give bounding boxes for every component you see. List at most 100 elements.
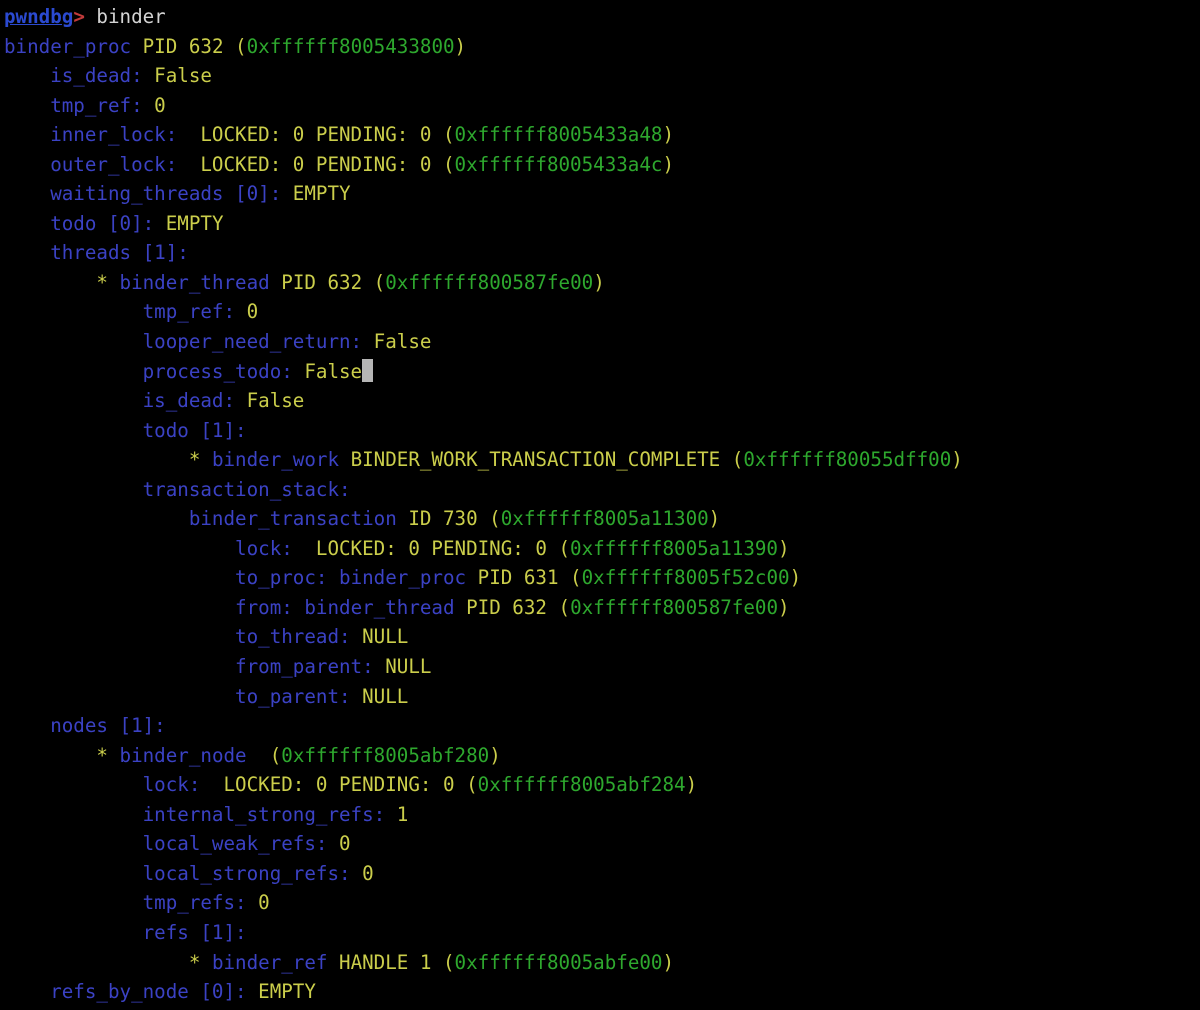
proc-outer-lock-seg-3: ) xyxy=(662,152,675,176)
binder-ref-entry-seg-3: 0xffffff8005abfe00 xyxy=(454,950,663,974)
node-internal-strong-refs-seg-1: 1 xyxy=(385,802,409,826)
proc-nodes-seg-0: nodes [1]: xyxy=(4,714,166,738)
proc-tmp-ref-seg-0: tmp_ref: xyxy=(4,93,143,117)
prompt-line-seg-0: pwndbg xyxy=(4,5,74,28)
binder-ref-entry-seg-2: HANDLE 1 ( xyxy=(327,950,455,974)
thread-header-seg-1: binder_thread xyxy=(119,270,270,294)
proc-threads-seg-0: threads [1]: xyxy=(4,241,189,265)
node-tmp-refs: tmp_refs: 0 xyxy=(4,888,1200,918)
proc-waiting-threads: waiting_threads [0]: EMPTY xyxy=(4,179,1200,209)
transaction-to-thread: to_thread: NULL xyxy=(4,622,1200,652)
binder-proc-header-seg-0: binder_proc xyxy=(4,34,132,58)
thread-tmp-ref-seg-1: 0 xyxy=(235,300,259,324)
thread-looper-need-return: looper_need_return: False xyxy=(4,327,1200,357)
transaction-to-proc-seg-3: PID 631 ( xyxy=(466,566,582,590)
proc-refs-by-node-seg-1: EMPTY xyxy=(246,980,316,1004)
transaction-to-parent-seg-1: NULL xyxy=(350,684,409,708)
transaction-lock-seg-0: lock: xyxy=(4,536,293,560)
thread-process-todo-seg-0: process_todo: xyxy=(4,359,293,383)
thread-todo-work-seg-4: ) xyxy=(951,448,963,472)
transaction-from-seg-5: ) xyxy=(778,595,790,619)
node-lock-seg-0: lock: xyxy=(4,773,201,797)
proc-is-dead-seg-0: is_dead: xyxy=(4,64,143,88)
proc-inner-lock-seg-3: ) xyxy=(662,123,675,147)
thread-todo-work: * binder_work BINDER_WORK_TRANSACTION_CO… xyxy=(4,445,1200,475)
transaction-to-proc-seg-5: ) xyxy=(789,566,802,590)
transaction-to-thread-seg-1: NULL xyxy=(350,625,409,649)
node-internal-strong-refs-seg-0: internal_strong_refs: xyxy=(4,802,386,826)
transaction-lock: lock: LOCKED: 0 PENDING: 0 (0xffffff8005… xyxy=(4,534,1200,564)
proc-refs-by-node-seg-0: refs_by_node [0]: xyxy=(4,980,247,1004)
proc-threads: threads [1]: xyxy=(4,238,1200,268)
transaction-lock-seg-2: 0xffffff8005a11390 xyxy=(570,536,778,560)
node-tmp-refs-seg-0: tmp_refs: xyxy=(4,891,247,915)
thread-tmp-ref: tmp_ref: 0 xyxy=(4,297,1200,327)
transaction-to-parent: to_parent: NULL xyxy=(4,682,1200,712)
node-internal-strong-refs: internal_strong_refs: 1 xyxy=(4,800,1200,830)
transaction-from-seg-1 xyxy=(293,596,305,619)
proc-inner-lock: inner_lock: LOCKED: 0 PENDING: 0 (0xffff… xyxy=(4,120,1200,150)
text-cursor xyxy=(362,358,374,382)
node-refs: refs [1]: xyxy=(4,918,1200,948)
thread-transaction-stack-seg-0: transaction_stack: xyxy=(4,477,351,501)
thread-header-seg-3: 0xffffff800587fe00 xyxy=(385,270,594,294)
terminal-output[interactable]: pwndbg> binder binder_proc PID 632 (0xfff… xyxy=(0,0,1200,1010)
thread-transaction-stack: transaction_stack: xyxy=(4,475,1200,505)
transaction-from-seg-0: from: xyxy=(4,595,293,619)
proc-outer-lock-seg-2: 0xffffff8005433a4c xyxy=(454,152,663,176)
proc-waiting-threads-seg-0: waiting_threads [0]: xyxy=(4,182,282,206)
thread-header: * binder_thread PID 632 (0xffffff800587f… xyxy=(4,268,1200,298)
proc-tmp-ref: tmp_ref: 0 xyxy=(4,91,1200,121)
node-lock: lock: LOCKED: 0 PENDING: 0 (0xffffff8005… xyxy=(4,770,1200,800)
thread-header-seg-4: ) xyxy=(593,270,605,294)
node-local-strong-refs-seg-1: 0 xyxy=(350,861,374,885)
binder-node-header-seg-3: 0xffffff8005abf280 xyxy=(281,743,490,767)
proc-refs-by-node: refs_by_node [0]: EMPTY xyxy=(4,977,1200,1007)
node-tmp-refs-seg-1: 0 xyxy=(246,891,270,915)
binder-proc-header-seg-3: ) xyxy=(454,34,467,58)
binder-node-header: * binder_node (0xffffff8005abf280) xyxy=(4,741,1200,771)
proc-is-dead: is_dead: False xyxy=(4,61,1200,91)
transaction-to-parent-seg-0: to_parent: xyxy=(4,684,351,708)
proc-tmp-ref-seg-1: 0 xyxy=(142,93,166,117)
proc-todo-seg-0: todo [0]: xyxy=(4,211,155,235)
proc-todo: todo [0]: EMPTY xyxy=(4,209,1200,239)
proc-is-dead-seg-1: False xyxy=(142,64,212,88)
transaction-from-seg-2: binder_thread xyxy=(304,595,455,619)
proc-nodes: nodes [1]: xyxy=(4,711,1200,741)
thread-tmp-ref-seg-0: tmp_ref: xyxy=(4,300,236,324)
proc-todo-seg-1: EMPTY xyxy=(154,211,224,235)
thread-todo: todo [1]: xyxy=(4,416,1200,446)
transaction-to-proc-seg-4: 0xffffff8005f52c00 xyxy=(581,566,790,590)
node-local-weak-refs-seg-1: 0 xyxy=(327,832,351,856)
binder-proc-header: binder_proc PID 632 (0xffffff8005433800) xyxy=(4,32,1200,62)
binder-transaction-header-seg-3: ) xyxy=(708,507,721,531)
thread-header-seg-2: PID 632 ( xyxy=(269,270,386,294)
thread-looper-need-return-seg-0: looper_need_return: xyxy=(4,330,363,354)
transaction-lock-seg-1: LOCKED: 0 PENDING: 0 ( xyxy=(292,536,571,560)
thread-todo-work-seg-2: BINDER_WORK_TRANSACTION_COMPLETE ( xyxy=(339,448,744,472)
transaction-from-seg-4: 0xffffff800587fe00 xyxy=(570,595,779,619)
thread-is-dead: is_dead: False xyxy=(4,386,1200,416)
binder-node-header-seg-0: * xyxy=(4,743,120,767)
transaction-to-thread-seg-0: to_thread: xyxy=(4,625,351,649)
thread-todo-work-seg-0: * xyxy=(4,448,212,472)
thread-process-todo: process_todo: False xyxy=(4,357,1200,387)
binder-ref-entry-seg-1: binder_ref xyxy=(211,950,328,974)
proc-inner-lock-seg-0: inner_lock: xyxy=(4,123,178,147)
binder-node-header-seg-1: binder_node xyxy=(119,743,247,767)
node-local-strong-refs-seg-0: local_strong_refs: xyxy=(4,861,351,885)
thread-todo-seg-0: todo [1]: xyxy=(4,418,247,442)
thread-is-dead-seg-1: False xyxy=(235,389,305,413)
transaction-to-proc-seg-2: binder_proc xyxy=(339,566,467,590)
proc-outer-lock: outer_lock: LOCKED: 0 PENDING: 0 (0xffff… xyxy=(4,150,1200,180)
proc-outer-lock-seg-1: LOCKED: 0 PENDING: 0 ( xyxy=(177,152,455,176)
node-lock-seg-1: LOCKED: 0 PENDING: 0 ( xyxy=(200,773,478,797)
transaction-lock-seg-3: ) xyxy=(777,536,790,560)
thread-header-seg-0: * xyxy=(4,270,120,294)
proc-inner-lock-seg-2: 0xffffff8005433a48 xyxy=(454,123,663,147)
binder-proc-header-seg-2: 0xffffff8005433800 xyxy=(246,34,455,58)
thread-is-dead-seg-0: is_dead: xyxy=(4,389,236,413)
transaction-from-parent: from_parent: NULL xyxy=(4,652,1200,682)
transaction-to-proc-seg-1 xyxy=(327,566,339,589)
